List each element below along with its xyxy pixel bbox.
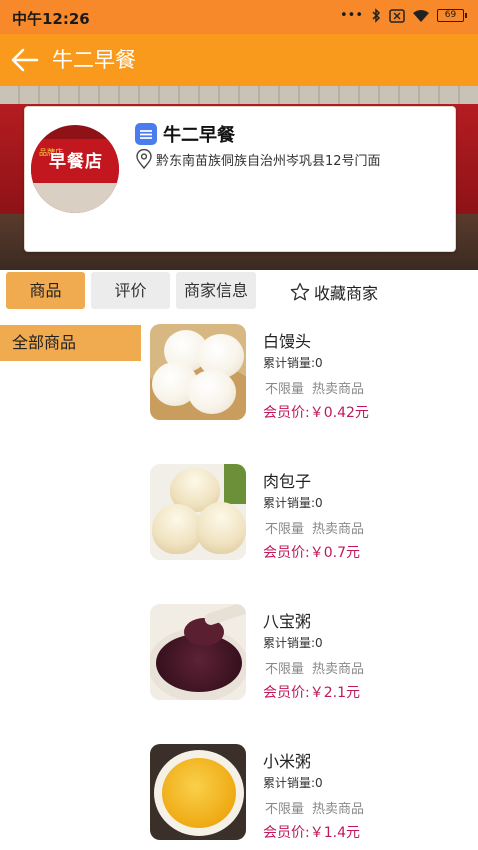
store-badge-icon xyxy=(135,123,157,145)
product-item[interactable]: 八宝粥 累计销量:0 不限量 热卖商品 会员价:￥2.1元 xyxy=(148,604,468,724)
category-all-products[interactable]: 全部商品 xyxy=(0,325,141,361)
tag-unlimited: 不限量 xyxy=(265,522,305,537)
status-icons: ••• 69 xyxy=(339,8,467,23)
tab-products[interactable]: 商品 xyxy=(6,272,85,309)
store-address: 黔东南苗族侗族自治州岑巩县12号门面 xyxy=(156,154,381,169)
tag-hot: 热卖商品 xyxy=(312,382,365,397)
app-bar: 牛二早餐 xyxy=(0,34,478,86)
avatar-bottom xyxy=(31,183,119,213)
battery-icon: 69 xyxy=(437,9,467,22)
tab-merchant-info[interactable]: 商家信息 xyxy=(176,272,256,309)
store-name: 牛二早餐 xyxy=(163,125,235,146)
product-image xyxy=(150,604,246,700)
tag-unlimited: 不限量 xyxy=(265,662,305,677)
tag-unlimited: 不限量 xyxy=(265,382,305,397)
star-outline-icon xyxy=(290,282,310,301)
product-image xyxy=(150,464,246,560)
favorite-store-button[interactable]: 收藏商家 xyxy=(290,280,378,304)
product-tags: 不限量 热卖商品 xyxy=(265,378,364,397)
product-sales: 累计销量:0 xyxy=(263,496,323,510)
product-name: 小米粥 xyxy=(263,752,312,771)
more-dots-icon: ••• xyxy=(339,8,363,23)
product-image xyxy=(150,324,246,420)
store-tabs: 商品 评价 商家信息 收藏商家 xyxy=(0,272,478,312)
store-avatar: 品牌店 早餐店 xyxy=(31,125,119,213)
avatar-sign-text: 早餐店 xyxy=(49,152,103,172)
status-bar: 中午12:26 ••• 69 xyxy=(0,0,478,34)
product-name: 肉包子 xyxy=(263,472,312,491)
product-price: 会员价:￥0.7元 xyxy=(263,545,360,561)
product-item[interactable]: 白馒头 累计销量:0 不限量 热卖商品 会员价:￥0.42元 xyxy=(148,324,468,444)
product-tags: 不限量 热卖商品 xyxy=(265,658,364,677)
product-price: 会员价:￥2.1元 xyxy=(263,685,360,701)
tag-hot: 热卖商品 xyxy=(312,662,365,677)
product-sales: 累计销量:0 xyxy=(263,776,323,790)
back-arrow-icon[interactable] xyxy=(10,46,40,74)
tag-hot: 热卖商品 xyxy=(312,522,365,537)
product-item[interactable]: 小米粥 累计销量:0 不限量 热卖商品 会员价:￥1.4元 xyxy=(148,744,468,850)
product-name: 白馒头 xyxy=(263,332,312,351)
bluetooth-icon xyxy=(372,8,381,23)
product-sales: 累计销量:0 xyxy=(263,356,323,370)
tag-hot: 热卖商品 xyxy=(312,802,365,817)
page-title: 牛二早餐 xyxy=(52,48,136,72)
location-pin-icon xyxy=(136,149,152,169)
favorite-store-label: 收藏商家 xyxy=(314,284,379,303)
status-time: 中午12:26 xyxy=(12,10,90,28)
product-image xyxy=(150,744,246,840)
product-price: 会员价:￥0.42元 xyxy=(263,405,369,421)
product-tags: 不限量 热卖商品 xyxy=(265,518,364,537)
wifi-icon xyxy=(413,10,429,22)
product-price: 会员价:￥1.4元 xyxy=(263,825,360,841)
sim-icon xyxy=(389,8,405,23)
store-info-card: 品牌店 早餐店 牛二早餐 黔东南苗族侗族自治州岑巩县12号门面 xyxy=(24,106,456,252)
product-sales: 累计销量:0 xyxy=(263,636,323,650)
tab-reviews[interactable]: 评价 xyxy=(91,272,170,309)
product-name: 八宝粥 xyxy=(263,612,312,631)
tag-unlimited: 不限量 xyxy=(265,802,305,817)
product-item[interactable]: 肉包子 累计销量:0 不限量 热卖商品 会员价:￥0.7元 xyxy=(148,464,468,584)
product-tags: 不限量 热卖商品 xyxy=(265,798,364,817)
